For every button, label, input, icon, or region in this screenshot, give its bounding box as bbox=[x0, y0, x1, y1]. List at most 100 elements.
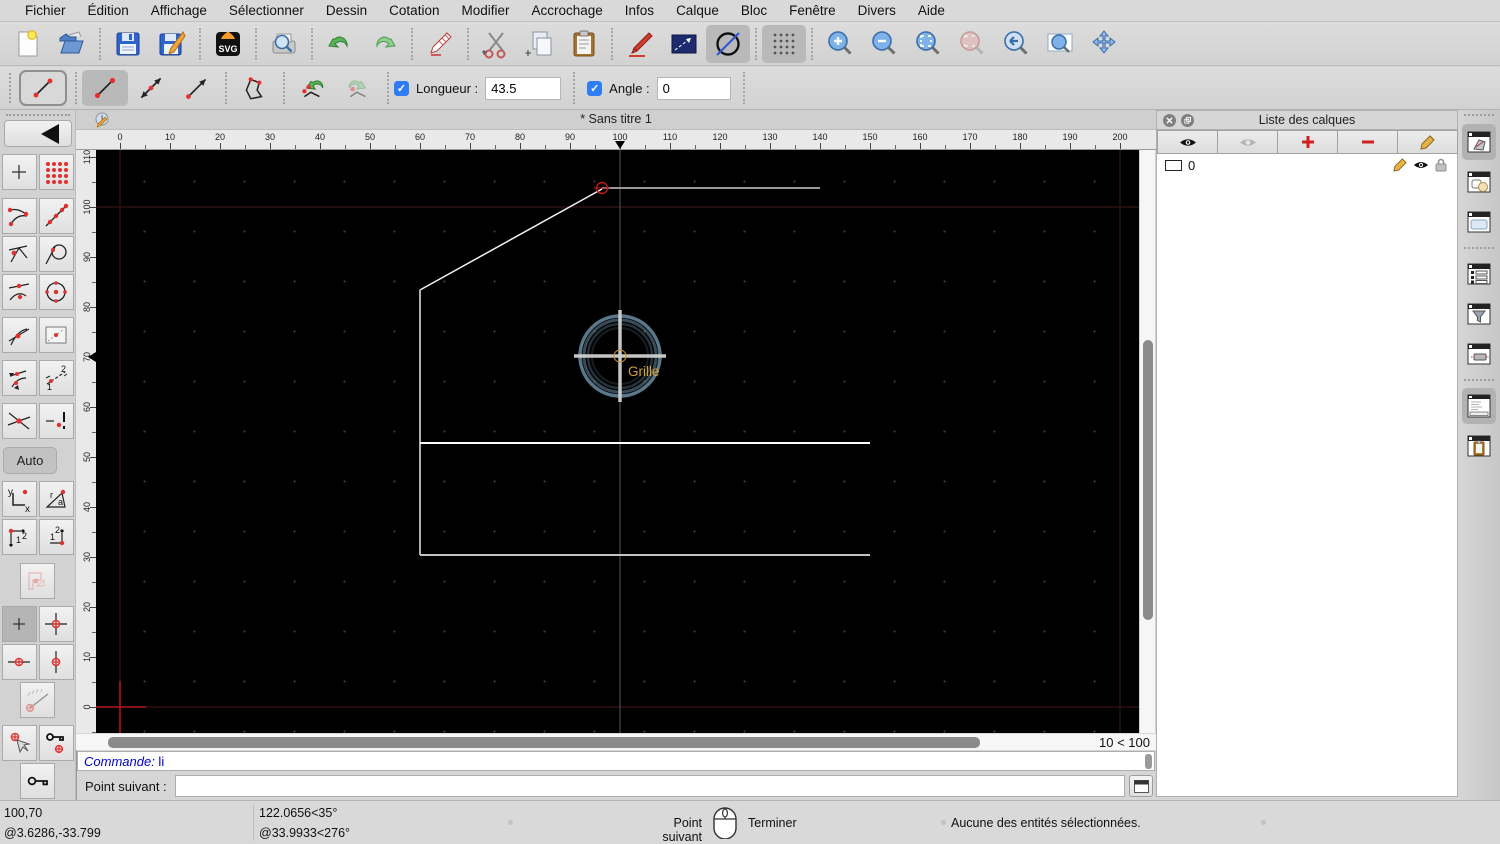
save-button[interactable] bbox=[106, 25, 150, 63]
draw-pencil-button[interactable] bbox=[618, 25, 662, 63]
toolbar-handle[interactable] bbox=[9, 73, 11, 103]
delete-button[interactable] bbox=[418, 25, 462, 63]
horizontal-scrollbar[interactable]: 10 < 100 bbox=[76, 733, 1156, 751]
edit-layer-button[interactable] bbox=[1397, 130, 1458, 154]
current-tool-line-button[interactable] bbox=[19, 70, 67, 106]
menu-item-accrochage[interactable]: Accrochage bbox=[520, 3, 613, 18]
zoom-selection-button[interactable] bbox=[950, 25, 994, 63]
dock-layer-list-button[interactable] bbox=[1462, 124, 1496, 160]
snap-distance-button[interactable]: 12 bbox=[38, 360, 74, 397]
snap-center-button[interactable] bbox=[38, 273, 74, 310]
intersection-manual-button[interactable] bbox=[1, 403, 37, 440]
menu-item-affichage[interactable]: Affichage bbox=[140, 3, 218, 18]
draw-circle-line-button[interactable] bbox=[706, 24, 750, 63]
command-history-scrollbar[interactable] bbox=[1145, 754, 1152, 769]
auto-snap-button[interactable]: Auto bbox=[3, 446, 57, 475]
vertical-scrollbar[interactable] bbox=[1139, 150, 1155, 733]
coord-cartesian-button[interactable]: yx bbox=[1, 481, 37, 518]
copy-button[interactable] bbox=[518, 25, 562, 63]
svg-export-button[interactable]: SVG bbox=[206, 25, 250, 63]
length-checkbox[interactable]: ✓ bbox=[394, 80, 409, 96]
menu-item-fichier[interactable]: Fichier bbox=[14, 3, 77, 18]
line-2points-button[interactable] bbox=[82, 70, 128, 106]
line-double-arrow-button[interactable] bbox=[128, 70, 174, 106]
angle-input[interactable] bbox=[656, 76, 731, 100]
layer-row[interactable]: 0 bbox=[1157, 156, 1457, 174]
save-as-button[interactable] bbox=[150, 25, 194, 63]
horizontal-scrollbar-thumb[interactable] bbox=[108, 737, 980, 748]
zoom-in-button[interactable] bbox=[818, 25, 862, 63]
layer-visibility-icon[interactable] bbox=[1413, 159, 1429, 171]
menu-item-cotation[interactable]: Cotation bbox=[378, 3, 450, 18]
length-input[interactable] bbox=[485, 76, 562, 100]
restrict-box-button[interactable] bbox=[38, 316, 74, 353]
undo-button[interactable] bbox=[318, 25, 362, 63]
dock-handle[interactable] bbox=[1464, 114, 1494, 116]
lock-relative-zero-button[interactable] bbox=[38, 725, 74, 762]
dock-selection-filter-button[interactable] bbox=[1462, 296, 1496, 332]
zoom-previous-button[interactable] bbox=[994, 25, 1038, 63]
drawing-canvas[interactable]: Grille bbox=[96, 150, 1139, 733]
command-input[interactable] bbox=[174, 775, 1125, 797]
hide-all-layers-button[interactable] bbox=[1217, 130, 1278, 154]
menu-item-fenetre[interactable]: Fenêtre bbox=[778, 3, 847, 18]
menu-item-infos[interactable]: Infos bbox=[614, 3, 665, 18]
cut-button[interactable] bbox=[474, 25, 518, 63]
angle-gauge-button[interactable] bbox=[20, 681, 55, 718]
vertical-scrollbar-thumb[interactable] bbox=[1143, 340, 1153, 620]
new-file-button[interactable] bbox=[6, 25, 50, 63]
keyboard-toggle-button[interactable] bbox=[1129, 775, 1153, 797]
order-tool-button[interactable] bbox=[20, 562, 55, 599]
snap-intersection-button[interactable] bbox=[1, 316, 37, 353]
snap-select-button[interactable] bbox=[1, 725, 37, 762]
dock-command-line-button[interactable] bbox=[1462, 388, 1496, 424]
free-snap-button[interactable] bbox=[1, 154, 37, 191]
snap-exclaim-button[interactable] bbox=[38, 403, 74, 440]
selection-tool-button[interactable] bbox=[662, 25, 706, 63]
show-all-layers-button[interactable] bbox=[1157, 130, 1218, 154]
layer-edit-icon[interactable] bbox=[1393, 158, 1407, 172]
restrict-vertical-button[interactable] bbox=[38, 643, 74, 680]
remove-layer-button[interactable] bbox=[1337, 130, 1398, 154]
toolbox-handle[interactable] bbox=[5, 114, 70, 116]
snap-middle-button[interactable] bbox=[1, 273, 37, 310]
menu-item-calque[interactable]: Calque bbox=[665, 3, 730, 18]
restrict-nothing-button[interactable] bbox=[1, 605, 37, 642]
menu-item-selectionner[interactable]: Sélectionner bbox=[218, 3, 315, 18]
angle-checkbox[interactable]: ✓ bbox=[587, 80, 603, 96]
add-layer-button[interactable] bbox=[1277, 130, 1338, 154]
polyline-undo-button[interactable] bbox=[290, 70, 336, 106]
snap-tangent-button[interactable] bbox=[38, 235, 74, 272]
paste-button[interactable] bbox=[562, 25, 606, 63]
snap-perpendicular-button[interactable] bbox=[1, 235, 37, 272]
print-preview-button[interactable] bbox=[262, 25, 306, 63]
dock-clipboard-button[interactable] bbox=[1462, 428, 1496, 464]
menu-item-edition[interactable]: Édition bbox=[77, 3, 140, 18]
restrict-orthogonal-button[interactable] bbox=[38, 605, 74, 642]
dock-entity-list-button[interactable] bbox=[1462, 256, 1496, 292]
snap-endpoints-button[interactable] bbox=[1, 197, 37, 234]
menu-item-aide[interactable]: Aide bbox=[907, 3, 956, 18]
zoom-auto-button[interactable] bbox=[906, 25, 950, 63]
dock-library-browser-button[interactable] bbox=[1462, 204, 1496, 240]
open-file-button[interactable] bbox=[50, 25, 94, 63]
coord-polar-button[interactable]: ra bbox=[38, 481, 74, 518]
grid-toggle-button[interactable] bbox=[762, 24, 806, 63]
redo-button[interactable] bbox=[362, 25, 406, 63]
line-arrow-button[interactable] bbox=[174, 70, 220, 106]
menu-item-divers[interactable]: Divers bbox=[847, 3, 907, 18]
coord-relative-button[interactable]: 12 bbox=[38, 519, 74, 556]
dock-block-list-button[interactable] bbox=[1462, 164, 1496, 200]
menu-item-modifier[interactable]: Modifier bbox=[450, 3, 520, 18]
snap-on-entity-button[interactable] bbox=[38, 197, 74, 234]
dock-pen-palette-button[interactable] bbox=[1462, 336, 1496, 372]
snap-angles-button[interactable] bbox=[1, 360, 37, 397]
polyline-button[interactable] bbox=[232, 70, 278, 106]
set-relative-zero-button[interactable] bbox=[20, 763, 55, 800]
menu-item-bloc[interactable]: Bloc bbox=[730, 3, 778, 18]
coord-absolute-button[interactable]: 12 bbox=[1, 519, 37, 556]
zoom-window-button[interactable] bbox=[1038, 25, 1082, 63]
command-history[interactable]: Commande: li bbox=[77, 751, 1155, 771]
menu-item-dessin[interactable]: Dessin bbox=[315, 3, 378, 18]
zoom-pan-button[interactable] bbox=[1082, 25, 1126, 63]
